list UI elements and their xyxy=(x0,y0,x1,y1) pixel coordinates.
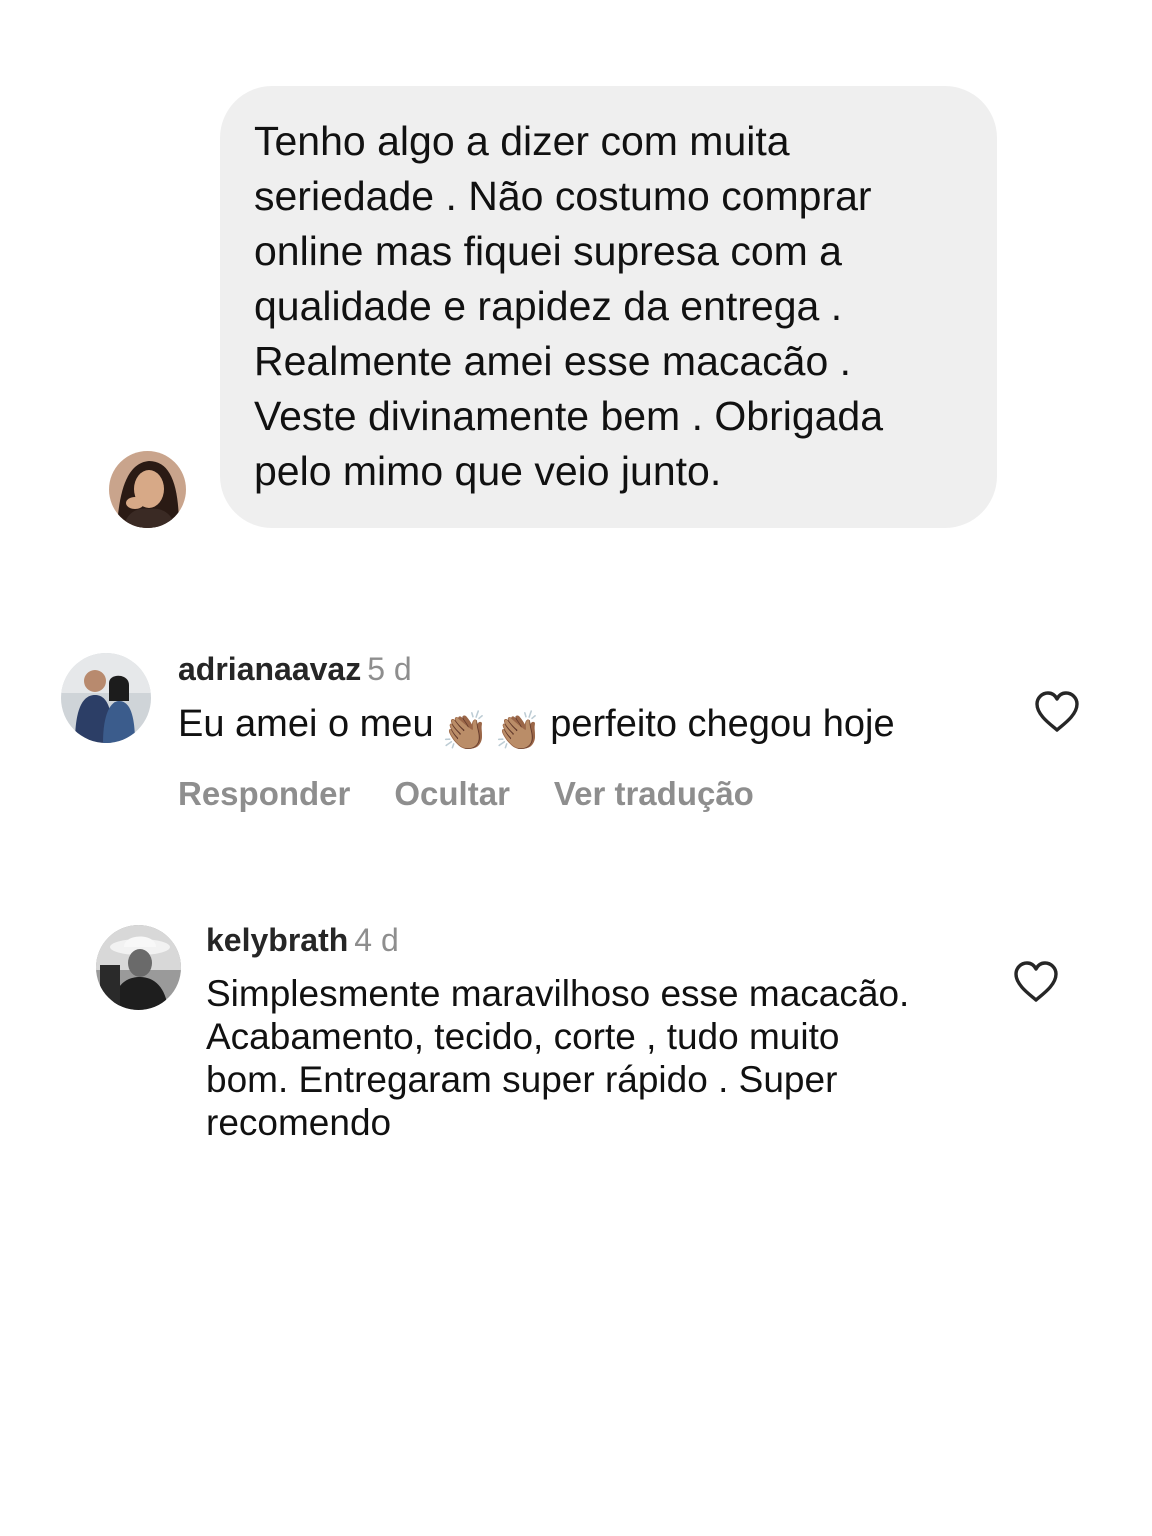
comment-avatar[interactable] xyxy=(96,925,181,1010)
message-sender-avatar[interactable] xyxy=(109,451,186,528)
comment-time: 5 d xyxy=(367,651,412,687)
comment-username[interactable]: kelybrath xyxy=(206,922,348,958)
comment-text-after: perfeito chegou hoje xyxy=(550,703,895,745)
comment-meta: kelybrath 4 d xyxy=(206,921,399,959)
message-text: Tenho algo a dizer com muita seriedade .… xyxy=(254,118,884,494)
see-translation-button[interactable]: Ver tradução xyxy=(554,775,754,812)
comment-time: 4 d xyxy=(354,922,399,958)
comment-avatar[interactable] xyxy=(61,653,151,743)
comment-text: Eu amei o meu 👏🏽 👏🏽 perfeito chegou hoje xyxy=(178,700,895,756)
comment-meta: adrianaavaz 5 d xyxy=(178,650,412,688)
heart-outline-icon[interactable] xyxy=(1033,690,1081,734)
comment-actions: Responder Ocultar Ver tradução xyxy=(178,774,798,814)
heart-outline-icon[interactable] xyxy=(1012,960,1060,1004)
reply-button[interactable]: Responder xyxy=(178,775,350,812)
clapping-hands-emoji-group: 👏🏽 👏🏽 xyxy=(442,708,549,756)
clapping-hands-icon: 👏🏽 xyxy=(441,711,489,753)
clapping-hands-icon: 👏🏽 xyxy=(494,711,543,753)
comment-username[interactable]: adrianaavaz xyxy=(178,651,361,687)
message-bubble[interactable]: Tenho algo a dizer com muita seriedade .… xyxy=(220,86,997,528)
comments-screen: Tenho algo a dizer com muita seriedade .… xyxy=(0,0,1152,1536)
comment-text: Simplesmente maravilhoso esse macacão. A… xyxy=(206,973,910,1143)
hide-button[interactable]: Ocultar xyxy=(394,775,510,812)
comment-text-before: Eu amei o meu xyxy=(178,703,434,745)
